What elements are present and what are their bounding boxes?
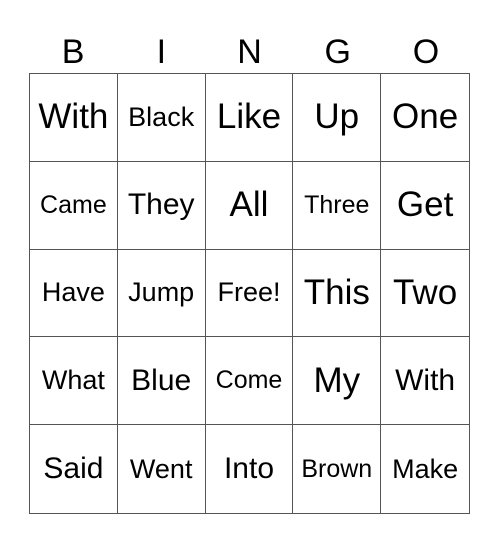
bingo-cell[interactable]: Have <box>30 249 118 338</box>
bingo-cell[interactable]: Come <box>205 337 294 426</box>
bingo-cell[interactable]: Black <box>117 74 206 162</box>
header-letter-g: G <box>324 33 351 71</box>
bingo-cell[interactable]: With <box>381 337 469 426</box>
bingo-cell[interactable]: Jump <box>117 249 206 338</box>
bingo-cell[interactable]: My <box>293 337 382 426</box>
bingo-cell[interactable]: They <box>117 161 206 250</box>
bingo-cell[interactable]: Get <box>381 162 469 250</box>
bingo-cell[interactable]: Three <box>293 161 382 250</box>
bingo-cell[interactable]: This <box>293 249 382 338</box>
bingo-cell[interactable]: Two <box>381 250 469 338</box>
bingo-card-grid: With Black Like Up One Came They All Thr… <box>29 73 470 514</box>
bingo-cell[interactable]: Up <box>293 74 382 162</box>
bingo-cell[interactable]: Blue <box>117 337 206 426</box>
header-letter-n: N <box>237 33 262 71</box>
bingo-cell[interactable]: Like <box>205 74 294 162</box>
bingo-cell[interactable]: Into <box>206 425 294 513</box>
header-letter-o: O <box>412 33 440 71</box>
bingo-cell[interactable]: All <box>205 161 294 250</box>
bingo-header: B I N G O <box>29 30 470 74</box>
bingo-cell[interactable]: Came <box>30 161 118 250</box>
bingo-cell[interactable]: Make <box>381 425 469 513</box>
free-space-cell[interactable]: Free! <box>205 249 294 338</box>
bingo-cell[interactable]: Said <box>30 425 118 513</box>
bingo-cell[interactable]: Went <box>118 425 206 513</box>
bingo-cell[interactable]: One <box>381 74 469 162</box>
bingo-cell[interactable]: What <box>30 337 118 426</box>
header-letter-i: I <box>156 33 167 71</box>
header-letter-b: B <box>61 33 85 71</box>
bingo-cell[interactable]: With <box>30 74 118 162</box>
bingo-cell[interactable]: Brown <box>293 425 382 513</box>
